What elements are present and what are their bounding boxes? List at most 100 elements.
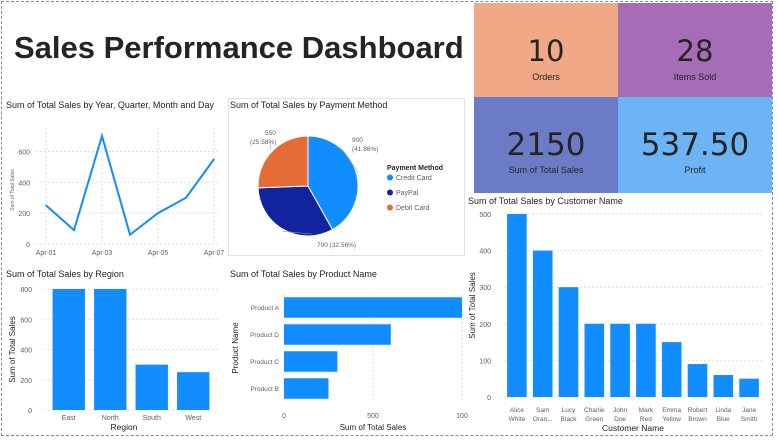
bar bbox=[713, 375, 734, 397]
x-axis-title: Customer Name bbox=[602, 423, 664, 433]
bar bbox=[739, 378, 759, 397]
kpi-card-orders[interactable]: 10 Orders bbox=[474, 3, 618, 97]
x-tick-label: Linda bbox=[715, 407, 731, 414]
kpi-label: Orders bbox=[532, 72, 560, 82]
kpi-card-items-sold[interactable]: 28 Items Sold bbox=[618, 3, 772, 97]
y-axis-title: Sum of Total Sales bbox=[468, 272, 477, 339]
y-tick-label: 400 bbox=[20, 348, 32, 355]
bar bbox=[284, 351, 338, 372]
region-bar-chart-visual[interactable]: Sum of Total Sales by Region 0 200 400 600 8… bbox=[6, 267, 222, 435]
x-tick-label: Doe bbox=[614, 416, 626, 423]
x-tick-label: Jane bbox=[742, 407, 756, 414]
y-tick-label: 600 bbox=[18, 149, 30, 156]
x-tick-label: White bbox=[509, 416, 526, 423]
kpi-value: 28 bbox=[676, 34, 714, 68]
data-point bbox=[129, 233, 131, 236]
bar bbox=[177, 372, 210, 410]
bar bbox=[687, 364, 708, 397]
legend-marker bbox=[387, 174, 393, 181]
x-axis-title: Sum of Total Sales bbox=[340, 423, 407, 432]
bar bbox=[610, 323, 630, 397]
legend-marker bbox=[387, 189, 393, 196]
data-label: (25.58%) bbox=[250, 139, 276, 146]
y-tick-label: 0 bbox=[28, 408, 32, 415]
x-tick-label: North bbox=[102, 415, 119, 422]
legend-marker bbox=[387, 204, 393, 211]
bar bbox=[507, 214, 527, 397]
dashboard-title: Sales Performance Dashboard bbox=[14, 30, 464, 65]
customer-bar-chart: 0 100 200 300 400 500 Alice White Sam Oran... Lucy… bbox=[468, 212, 762, 433]
x-tick-label: Green bbox=[585, 416, 603, 423]
pie-chart-visual[interactable]: Sum of Total Sales by Payment Method 900… bbox=[228, 98, 465, 256]
data-label: 700 (32.56%) bbox=[317, 242, 356, 249]
legend-label: Credit Card bbox=[396, 175, 432, 182]
product-bar-chart-visual[interactable]: Sum of Total Sales by Product Name 0 500 1… bbox=[228, 267, 468, 435]
x-tick-label: Sam bbox=[536, 407, 549, 414]
x-tick-label: Yellow bbox=[662, 416, 681, 423]
x-axis-title: Region bbox=[111, 422, 138, 432]
data-label: (41.86%) bbox=[352, 146, 378, 153]
y-tick-label: Product B bbox=[250, 386, 279, 393]
bar bbox=[284, 378, 329, 399]
x-tick-label: 500 bbox=[367, 413, 379, 420]
legend-title: Payment Method bbox=[387, 165, 443, 172]
region-bar-chart: 0 200 400 600 800 East North South West Region Sum… bbox=[8, 287, 220, 432]
x-tick-label: Black bbox=[561, 416, 578, 423]
bar bbox=[636, 323, 656, 397]
data-point bbox=[45, 204, 47, 207]
kpi-card-total-sales[interactable]: 2150 Sum of Total Sales bbox=[474, 97, 618, 193]
data-label: 900 bbox=[352, 137, 363, 144]
line-chart-visual[interactable]: Sum of Total Sales by Year, Quarter, Mon… bbox=[6, 98, 226, 258]
x-tick-label: Oran... bbox=[533, 416, 553, 423]
y-axis-title: Sum of Total Sales bbox=[10, 169, 16, 211]
kpi-label: Items Sold bbox=[673, 72, 717, 82]
customer-bar-chart-visual[interactable]: Sum of Total Sales by Customer Name 0 100… bbox=[466, 194, 772, 436]
y-tick-label: 0 bbox=[487, 395, 491, 402]
x-tick-label: Mark bbox=[639, 407, 654, 414]
series-line bbox=[45, 132, 215, 237]
y-tick-label: Product A bbox=[251, 305, 280, 312]
x-tick-label: South bbox=[143, 415, 161, 422]
bar bbox=[584, 323, 605, 397]
x-tick-label: Apr 05 bbox=[148, 250, 169, 257]
x-tick-label: Charlie bbox=[584, 407, 605, 414]
x-tick-label: Lucy bbox=[562, 407, 576, 414]
y-axis-title: Product Name bbox=[231, 322, 240, 374]
x-tick-label: West bbox=[185, 415, 201, 422]
x-tick-label: Brown bbox=[688, 416, 707, 423]
bar bbox=[135, 364, 168, 410]
data-point bbox=[185, 196, 187, 199]
kpi-value: 537.50 bbox=[640, 127, 750, 163]
bar bbox=[661, 342, 682, 397]
x-tick-label: Blue bbox=[717, 416, 730, 423]
pie-chart: 900 (41.86%) 700 (32.56%) 550 (25.58%) Paymen… bbox=[250, 130, 443, 249]
kpi-value: 10 bbox=[527, 34, 565, 68]
x-tick-label: Red bbox=[640, 416, 652, 423]
y-tick-label: 200 bbox=[479, 322, 491, 329]
kpi-card-profit[interactable]: 537.50 Profit bbox=[618, 97, 772, 193]
bar bbox=[284, 297, 462, 318]
y-tick-label: 500 bbox=[479, 212, 491, 219]
data-point bbox=[73, 229, 75, 231]
y-tick-label: Product C bbox=[250, 359, 279, 366]
y-tick-label: 800 bbox=[20, 287, 32, 294]
y-tick-label: 0 bbox=[26, 242, 30, 249]
x-tick-label: Alice bbox=[510, 407, 524, 414]
y-tick-label: 400 bbox=[18, 180, 30, 187]
x-tick-label: Emma bbox=[662, 407, 681, 414]
x-tick-label: Smith bbox=[741, 416, 758, 423]
y-tick-label: 300 bbox=[479, 285, 491, 292]
x-tick-label: Apr 07 bbox=[204, 250, 225, 257]
data-point bbox=[157, 212, 159, 214]
bar bbox=[532, 250, 553, 397]
x-tick-label: John bbox=[613, 407, 627, 414]
data-label: 550 bbox=[265, 130, 276, 137]
kpi-label: Sum of Total Sales bbox=[508, 165, 584, 175]
kpi-value: 2150 bbox=[506, 127, 586, 163]
x-tick-label: Apr 01 bbox=[36, 250, 57, 257]
legend-label: PayPal bbox=[396, 190, 419, 197]
y-tick-label: 200 bbox=[18, 211, 30, 218]
bar bbox=[284, 324, 391, 345]
y-tick-label: 400 bbox=[479, 249, 491, 256]
y-axis-title: Sum of Total Sales bbox=[8, 316, 17, 383]
